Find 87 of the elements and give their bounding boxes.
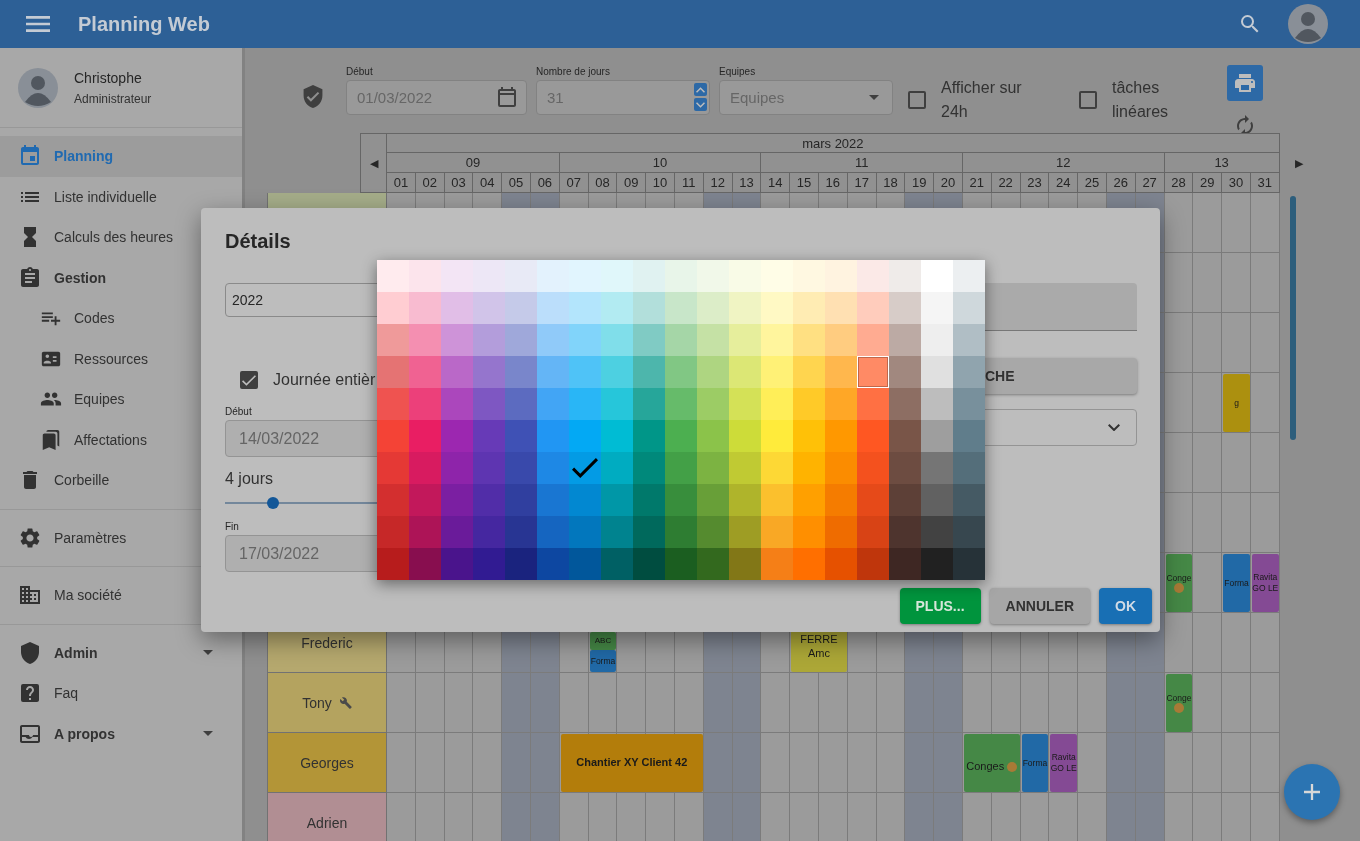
event-block[interactable]: Chantier XY Client 42 <box>560 734 703 792</box>
field-label: Début <box>225 406 253 419</box>
nav-item[interactable]: A propos <box>0 713 242 754</box>
day-header: 18 <box>876 173 906 193</box>
event-block[interactable]: Conges <box>963 734 1020 792</box>
resource-name: Adrien <box>306 814 348 831</box>
event-block[interactable]: Forma <box>1021 734 1049 792</box>
day-header: 28 <box>1164 173 1194 193</box>
day-header: 23 <box>1020 173 1050 193</box>
event-label: Forma <box>590 655 616 667</box>
week-header: 11 <box>761 153 963 173</box>
day-header: 25 <box>1078 173 1107 193</box>
day-header: 22 <box>991 173 1021 193</box>
resource-name: Georges <box>300 754 354 771</box>
day-header: 17 <box>847 173 877 193</box>
user-role: Administrateur <box>74 91 152 106</box>
ok-button[interactable]: OK <box>1099 588 1152 624</box>
day-header: 24 <box>1049 173 1079 193</box>
event-label: Ravita GO LE <box>1251 572 1279 594</box>
week-header: 09 <box>387 153 560 173</box>
day-header: 03 <box>444 173 474 193</box>
nav-item[interactable]: Liste individuelle <box>0 176 242 217</box>
user-name: Christophe <box>74 69 143 86</box>
nav-item[interactable]: Admin <box>0 632 242 673</box>
event-label: Ravita GO LE <box>1050 752 1078 774</box>
event-block[interactable]: g <box>1223 374 1250 432</box>
event-block[interactable]: ABC <box>589 632 617 650</box>
day-header: 21 <box>962 173 992 193</box>
day-header: 26 <box>1106 173 1136 193</box>
event-label: ABC <box>594 637 612 645</box>
week-header: 12 <box>962 153 1165 173</box>
next-arrow[interactable]: ▶ <box>1287 153 1310 173</box>
nav-item[interactable]: Faq <box>0 673 242 714</box>
day-header: 06 <box>531 173 560 193</box>
checkbox-label: tâches linéares <box>1112 77 1170 122</box>
day-header: 04 <box>473 173 503 193</box>
day-header: 15 <box>790 173 819 193</box>
checkbox-label: Afficher sur 24h <box>941 77 1023 122</box>
event-label: Forma <box>1224 577 1249 589</box>
nav-item[interactable]: Ma société <box>0 575 242 616</box>
day-header: 29 <box>1193 173 1223 193</box>
event-label: g <box>1234 397 1239 409</box>
event-label: Chantier XY Client 42 <box>576 756 688 770</box>
app-title: Planning Web <box>78 12 210 36</box>
field-label: Equipes <box>719 66 757 79</box>
day-header: 20 <box>934 173 963 193</box>
event-block[interactable]: Ravita GO LE <box>1251 554 1279 612</box>
event-block[interactable]: Ravita GO LE <box>1050 734 1078 792</box>
day-header: 08 <box>588 173 618 193</box>
more-button[interactable]: PLUS... <box>899 588 981 624</box>
field-label: Début <box>346 66 374 79</box>
day-header: 19 <box>905 173 935 193</box>
day-header: 07 <box>559 173 589 193</box>
event-block[interactable]: Forma <box>1223 554 1250 612</box>
day-header: 02 <box>415 173 445 193</box>
day-header: 11 <box>674 173 704 193</box>
field-label: Fin <box>225 521 240 534</box>
event-block[interactable]: Conge <box>1165 674 1193 732</box>
cancel-button[interactable]: ANNULER <box>989 588 1090 624</box>
day-header: 01 <box>387 173 416 193</box>
resource-name: Tony <box>302 694 332 711</box>
event-label: Conge <box>1166 572 1192 584</box>
nav-item[interactable]: Ressources <box>0 338 242 379</box>
day-header: 30 <box>1222 173 1251 193</box>
week-header: 13 <box>1164 153 1280 173</box>
day-header: 31 <box>1250 173 1280 193</box>
duration-label: 4 jours <box>225 470 275 488</box>
day-header: 09 <box>617 173 647 193</box>
event-label: Forma <box>1022 757 1048 769</box>
field-label: Nombre de jours <box>536 66 611 79</box>
day-header: 13 <box>732 173 762 193</box>
event-label: Conges <box>966 760 1005 774</box>
event-block[interactable]: Conge <box>1165 554 1193 612</box>
event-label: Conge <box>1166 692 1192 704</box>
event-label: FERRE Amc <box>799 633 839 661</box>
day-header: 16 <box>818 173 848 193</box>
day-header: 27 <box>1135 173 1165 193</box>
day-header: 05 <box>502 173 531 193</box>
event-block[interactable]: Forma <box>589 650 617 672</box>
checkbox-label: Journée entièr <box>273 371 376 389</box>
day-header: 14 <box>761 173 791 193</box>
dialog-title: Détails <box>225 229 292 254</box>
day-header: 12 <box>703 173 733 193</box>
resource-name: Frederic <box>301 634 353 651</box>
month-header: mars 2022 <box>387 133 1280 153</box>
day-header: 10 <box>646 173 675 193</box>
week-header: 10 <box>559 153 762 173</box>
